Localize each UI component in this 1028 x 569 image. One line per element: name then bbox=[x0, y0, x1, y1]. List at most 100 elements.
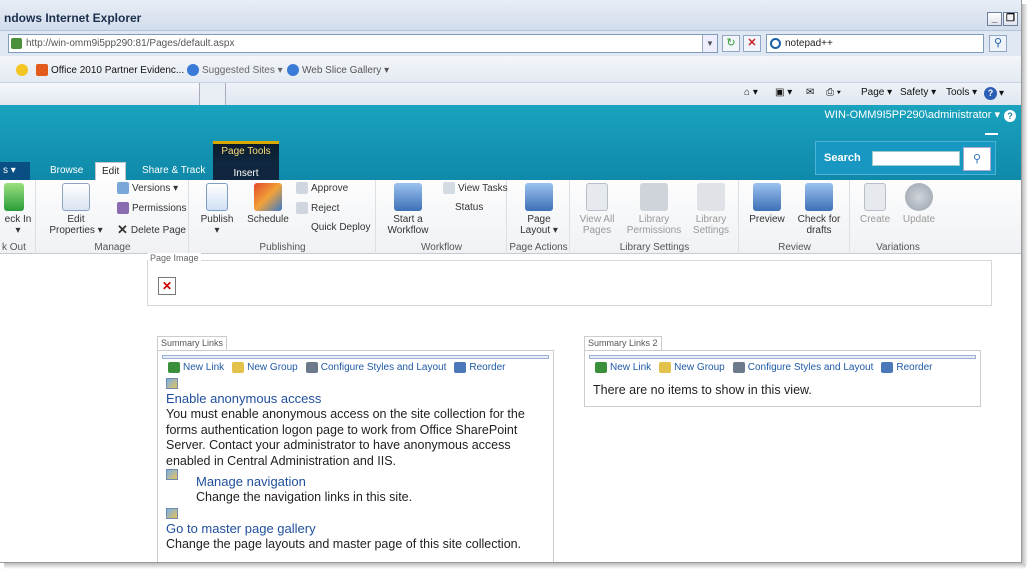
new-link-icon bbox=[595, 362, 607, 373]
status-button[interactable]: Status bbox=[455, 202, 483, 213]
quick-deploy-button[interactable]: Quick Deploy bbox=[311, 222, 370, 233]
permissions-button[interactable]: Permissions bbox=[117, 202, 186, 214]
window-title: ndows Internet Explorer bbox=[4, 11, 142, 25]
favorite-suggested-sites[interactable]: Suggested Sites ▾ bbox=[187, 64, 283, 76]
search-go-icon[interactable]: ⚲ bbox=[989, 35, 1007, 52]
schedule-button[interactable]: Schedule bbox=[244, 183, 292, 225]
edit-item-icon[interactable] bbox=[166, 508, 178, 519]
broken-image-icon[interactable]: ✕ bbox=[158, 277, 176, 295]
group-label: Library Settings bbox=[619, 242, 690, 253]
versions-button[interactable]: Versions ▾ bbox=[117, 182, 178, 194]
favorite-office-partner[interactable]: Office 2010 Partner Evidenc... bbox=[36, 64, 184, 76]
edit-properties-button[interactable]: Edit Properties ▾ bbox=[43, 183, 109, 236]
new-group-button[interactable]: New Group bbox=[659, 362, 725, 373]
summary-link-title[interactable]: Manage navigation bbox=[196, 474, 306, 489]
minimize-button[interactable]: _ bbox=[987, 12, 1002, 26]
zone-header-bar bbox=[162, 355, 549, 359]
update-variation-button[interactable]: Update bbox=[897, 183, 941, 225]
view-tasks-button[interactable]: View Tasks bbox=[443, 182, 508, 194]
browser-tab[interactable] bbox=[0, 83, 200, 105]
configure-styles-button[interactable]: Configure Styles and Layout bbox=[305, 362, 446, 373]
new-link-button[interactable]: New Link bbox=[595, 362, 651, 373]
new-group-button[interactable]: New Group bbox=[232, 362, 298, 373]
edit-item-icon[interactable] bbox=[166, 469, 178, 480]
summary-links-toolbar: New Link New Group Configure Styles and … bbox=[168, 362, 506, 373]
favorite-web-slice-gallery[interactable]: Web Slice Gallery ▾ bbox=[287, 64, 389, 76]
sp-search-go-icon[interactable]: ⚲ bbox=[963, 147, 991, 171]
group-label: Review bbox=[778, 242, 811, 253]
group-workflow: Start a Workflow View Tasks Status Workf… bbox=[377, 180, 508, 254]
mail-icon[interactable]: ✉ bbox=[806, 87, 814, 98]
publish-button[interactable]: Publish ▾ bbox=[196, 183, 238, 236]
library-permissions-button[interactable]: Library Permissions bbox=[625, 183, 683, 236]
group-variations: Create Update Variations bbox=[851, 180, 945, 254]
preview-button[interactable]: Preview bbox=[744, 183, 790, 225]
feeds-icon[interactable]: ▣ ▾ bbox=[775, 87, 792, 98]
reorder-button[interactable]: Reorder bbox=[454, 362, 506, 373]
library-settings-icon bbox=[697, 183, 725, 211]
home-icon[interactable]: ⌂ ▾ bbox=[744, 87, 758, 98]
summary-link-title[interactable]: Go to master page gallery bbox=[166, 521, 316, 536]
window-shadow bbox=[1022, 4, 1028, 564]
update-icon bbox=[905, 183, 933, 211]
approve-button[interactable]: Approve bbox=[296, 182, 348, 194]
zone-header-bar bbox=[589, 355, 976, 359]
help-menu[interactable]: ? ▾ bbox=[984, 87, 1004, 100]
page-image-label: Page Image bbox=[148, 253, 201, 263]
ie-icon bbox=[287, 64, 299, 76]
site-actions-menu[interactable]: s ▾ bbox=[0, 162, 30, 180]
safety-menu[interactable]: Safety ▾ bbox=[900, 87, 936, 98]
check-in-button[interactable]: eck In ▾ bbox=[0, 183, 36, 236]
library-settings-button[interactable]: Library Settings bbox=[687, 183, 735, 236]
versions-icon bbox=[117, 182, 129, 194]
start-workflow-button[interactable]: Start a Workflow bbox=[383, 183, 433, 236]
delete-page-button[interactable]: ✕ Delete Page bbox=[117, 222, 186, 238]
search-value: notepad++ bbox=[785, 38, 833, 49]
browser-search-input[interactable]: notepad++ bbox=[766, 34, 984, 53]
empty-message: There are no items to show in this view. bbox=[593, 383, 812, 397]
summary-link-title[interactable]: Enable anonymous access bbox=[166, 391, 321, 406]
group-label: Variations bbox=[876, 242, 920, 253]
view-all-pages-icon bbox=[586, 183, 608, 211]
preview-icon bbox=[753, 183, 781, 211]
new-tab-button[interactable] bbox=[200, 83, 226, 105]
tab-share-track[interactable]: Share & Track bbox=[136, 162, 211, 180]
divider bbox=[985, 133, 998, 135]
new-link-button[interactable]: New Link bbox=[168, 362, 224, 373]
print-icon[interactable]: ⎙ ▾ bbox=[826, 87, 841, 98]
page-image-field[interactable]: Page Image ✕ bbox=[147, 253, 992, 306]
page-content: Page Image ✕ Summary Links New Link New … bbox=[0, 253, 1021, 562]
sp-help-icon[interactable]: ? bbox=[1004, 110, 1016, 122]
address-row: http://win-omm9i5pp290:81/Pages/default.… bbox=[0, 31, 1021, 56]
sp-search-input[interactable] bbox=[872, 151, 960, 166]
tab-browse[interactable]: Browse bbox=[44, 162, 89, 180]
page-menu[interactable]: Page ▾ bbox=[861, 87, 892, 98]
user-menu[interactable]: WIN-OMM9I5PP290\administrator ▾ bbox=[825, 108, 1000, 121]
reorder-button[interactable]: Reorder bbox=[881, 362, 933, 373]
refresh-icon[interactable]: ↻ bbox=[722, 35, 740, 52]
favorites-bar: Office 2010 Partner Evidenc... Suggested… bbox=[0, 56, 1021, 83]
tools-menu[interactable]: Tools ▾ bbox=[946, 87, 977, 98]
stop-icon[interactable]: ✕ bbox=[743, 35, 761, 52]
page-layout-button[interactable]: Page Layout ▾ bbox=[512, 183, 566, 236]
address-text: http://win-omm9i5pp290:81/Pages/default.… bbox=[26, 38, 235, 49]
group-label: Page Actions bbox=[509, 242, 568, 253]
group-library-settings: View All Pages Library Permissions Libra… bbox=[571, 180, 739, 254]
address-dropdown-icon[interactable]: ▼ bbox=[702, 35, 717, 52]
group-checkout: eck In ▾ k Out bbox=[0, 180, 36, 254]
view-all-pages-button[interactable]: View All Pages bbox=[573, 183, 621, 236]
check-drafts-button[interactable]: Check for drafts bbox=[792, 183, 846, 236]
address-bar[interactable]: http://win-omm9i5pp290:81/Pages/default.… bbox=[8, 34, 718, 53]
zone-title: Summary Links bbox=[157, 336, 228, 350]
configure-styles-button[interactable]: Configure Styles and Layout bbox=[732, 362, 873, 373]
library-permissions-icon bbox=[640, 183, 668, 211]
favorites-star-icon[interactable] bbox=[16, 64, 28, 76]
view-tasks-icon bbox=[443, 182, 455, 194]
create-variation-button[interactable]: Create bbox=[853, 183, 897, 225]
reject-button[interactable]: Reject bbox=[296, 202, 339, 214]
edit-item-icon[interactable] bbox=[166, 378, 178, 389]
sp-search: Search ⚲ bbox=[815, 141, 996, 175]
restore-button[interactable]: ❐ bbox=[1003, 12, 1018, 26]
new-link-icon bbox=[168, 362, 180, 373]
tab-edit[interactable]: Edit bbox=[95, 162, 127, 180]
